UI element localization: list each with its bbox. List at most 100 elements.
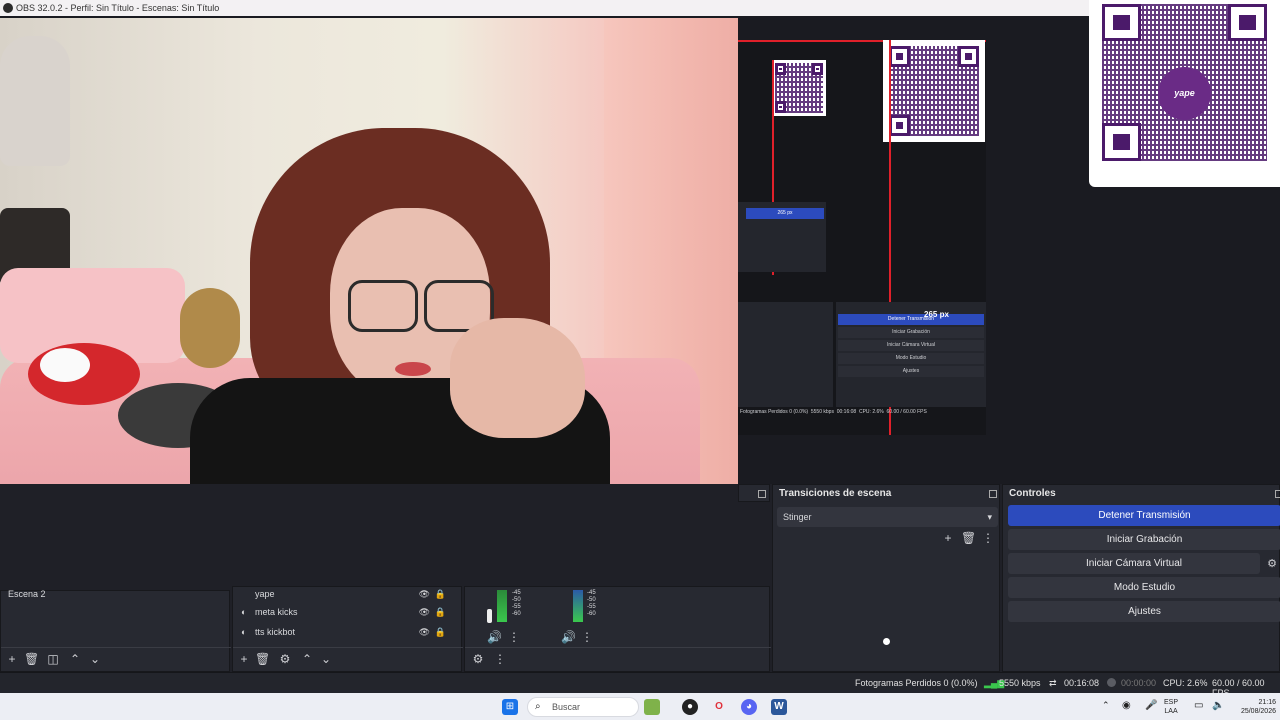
mixer-menu-icon[interactable]: ⋮ — [580, 630, 594, 644]
nested-rec-button: Iniciar Grabación — [838, 327, 984, 338]
cpu-usage: CPU: 2.6% — [1163, 678, 1208, 688]
source-type-icon: ◐ — [241, 607, 247, 617]
remove-transition-icon[interactable]: 🗑 — [961, 531, 976, 545]
scene-item[interactable]: Escena 2 — [8, 589, 46, 599]
opera-icon[interactable]: O — [711, 699, 727, 715]
add-source-icon[interactable]: + — [237, 652, 251, 666]
person-hand — [450, 318, 585, 438]
scene-down-icon[interactable]: ⌄ — [88, 652, 102, 666]
source-up-icon[interactable]: ⌃ — [300, 652, 314, 666]
meter-ticks: -45 -50 -55 -60 — [512, 590, 521, 617]
virtual-cam-settings-icon[interactable]: ⚙ — [1265, 557, 1279, 570]
widgets-icon[interactable] — [644, 699, 660, 715]
volume-icon[interactable]: 🔈 — [1212, 700, 1224, 711]
tray-app-icon[interactable]: ◉ — [1122, 700, 1131, 711]
audio-mixer-dock: -45 -50 -55 -60 🔊 ⋮ -45 -50 -55 -60 🔊 ⋮ ⚙ ⋮ — [464, 586, 771, 672]
settings-button[interactable]: Ajustes — [1008, 601, 1280, 622]
network-icon[interactable]: ▭ — [1194, 700, 1203, 711]
backpack — [0, 36, 70, 166]
visibility-icon[interactable]: 👁 — [419, 607, 430, 618]
transition-menu-icon[interactable]: ⋮ — [981, 531, 995, 545]
lock-icon[interactable]: 🔒 — [435, 627, 446, 638]
remove-source-icon[interactable]: 🗑 — [255, 652, 270, 666]
stream-icon: ⇄ — [1049, 678, 1057, 688]
mixer-settings-icon[interactable]: ⚙ — [471, 652, 485, 666]
visibility-icon[interactable]: 👁 — [419, 589, 430, 600]
add-scene-icon[interactable]: + — [5, 652, 19, 666]
plush-face — [40, 348, 90, 382]
source-down-icon[interactable]: ⌄ — [319, 652, 333, 666]
record-icon — [1107, 678, 1116, 687]
stream-time: 00:16:08 — [1064, 678, 1100, 688]
lock-icon[interactable]: 🔒 — [435, 589, 446, 600]
rec-time: 00:00:00 — [1121, 678, 1157, 688]
speaker-icon[interactable]: 🔊 — [561, 630, 576, 644]
yape-logo: yape — [1157, 67, 1212, 120]
yape-qr-overlay: yape — [1089, 0, 1280, 187]
controls-dock: Controles Detener Transmisión Iniciar Gr… — [1002, 484, 1280, 672]
volume-slider[interactable] — [487, 609, 492, 623]
remove-scene-icon[interactable]: 🗑 — [24, 652, 39, 666]
discord-icon[interactable]: ◕ — [741, 699, 757, 715]
search-icon: ⌕ — [535, 701, 541, 712]
undock-icon[interactable] — [1275, 490, 1280, 498]
cursor-dot — [883, 638, 890, 645]
word-icon[interactable]: W — [771, 699, 787, 715]
meter-2 — [573, 590, 583, 622]
transition-select[interactable]: Stinger ▾ — [777, 507, 998, 527]
microphone-icon[interactable]: 🎤 — [1145, 700, 1157, 711]
language-indicator[interactable]: ESP LAA — [1164, 698, 1178, 716]
brown-plush — [180, 288, 240, 368]
dropped-frames: Fotogramas Perdidos 0 (0.0%) — [855, 678, 978, 688]
window-title-bar: OBS 32.0.2 - Perfil: Sin Título - Escena… — [0, 0, 1280, 16]
mixer-menu-icon[interactable]: ⋮ — [493, 652, 507, 666]
source-item[interactable]: yape 👁 🔒 — [241, 589, 456, 603]
tray-chevron-icon[interactable]: ⌃ — [1102, 700, 1110, 711]
clock[interactable]: 21:16 25/08/2026 — [1232, 698, 1276, 716]
window-title: OBS 32.0.2 - Perfil: Sin Título - Escena… — [16, 3, 220, 13]
mixer-menu-icon[interactable]: ⋮ — [507, 630, 521, 644]
stop-stream-button[interactable]: Detener Transmisión — [1008, 505, 1280, 526]
scenes-dock: Escena 2 + 🗑 ◫ ⌃ ⌄ — [0, 589, 231, 672]
search-placeholder: Buscar — [552, 702, 581, 712]
controls-title: Controles — [1009, 488, 1056, 499]
nested-status: Fotogramas Perdidos 0 (0.0%) 5550 kbps 0… — [740, 409, 927, 415]
source-properties-icon[interactable]: ⚙ — [278, 652, 292, 666]
nested-studio-button: Modo Estudio — [838, 353, 984, 364]
mixer-dock-header — [738, 484, 770, 502]
visibility-icon[interactable]: 👁 — [419, 627, 430, 638]
source-item[interactable]: ◐ meta kicks 👁 🔒 — [241, 607, 456, 621]
nested-vcam-button: Iniciar Cámara Virtual — [838, 340, 984, 351]
lips — [395, 362, 431, 376]
source-type-icon: ◐ — [241, 627, 247, 637]
taskbar: ⊞ ⌕ Buscar ● O ◕ W ⌃ ◉ 🎤 ESP LAA ▭ 🔈 21:1… — [0, 693, 1280, 720]
obs-taskbar-icon[interactable]: ● — [682, 699, 698, 715]
sources-dock: yape 👁 🔒 ◐ meta kicks 👁 🔒 ◐ tts kickbot … — [232, 586, 463, 672]
status-bar: Fotogramas Perdidos 0 (0.0%) ▂▄▆ 5550 kb… — [0, 672, 1280, 698]
nested-width-label: 265 px — [924, 310, 949, 319]
undock-icon[interactable] — [989, 490, 997, 498]
lock-icon[interactable]: 🔒 — [435, 607, 446, 618]
nested-small-width-label: 265 px — [746, 208, 824, 219]
source-item[interactable]: ◐ tts kickbot 👁 🔒 — [241, 627, 456, 641]
obs-logo-icon — [3, 3, 13, 13]
small-qr — [772, 60, 826, 116]
scene-filter-icon[interactable]: ◫ — [46, 652, 60, 666]
transitions-dock: Transiciones de escena Stinger ▾ + 🗑 ⋮ — [772, 484, 1000, 672]
undock-icon[interactable] — [758, 490, 766, 498]
start-virtual-cam-button[interactable]: Iniciar Cámara Virtual — [1008, 553, 1260, 574]
large-qr — [883, 40, 985, 142]
windows-start-icon[interactable]: ⊞ — [502, 699, 518, 715]
meter-1 — [497, 590, 507, 622]
studio-mode-button[interactable]: Modo Estudio — [1008, 577, 1280, 598]
add-transition-icon[interactable]: + — [941, 531, 955, 545]
transitions-title: Transiciones de escena — [779, 488, 892, 499]
meter-ticks: -45 -50 -55 -60 — [587, 590, 596, 617]
speaker-icon[interactable]: 🔊 — [487, 630, 502, 644]
bitrate: 5550 kbps — [999, 678, 1041, 688]
nested-stop-button: Detener Transmisión — [838, 314, 984, 325]
taskbar-search[interactable]: ⌕ Buscar — [527, 697, 639, 717]
scene-up-icon[interactable]: ⌃ — [68, 652, 82, 666]
start-recording-button[interactable]: Iniciar Grabación — [1008, 529, 1280, 550]
chevron-down-icon: ▾ — [987, 512, 992, 522]
